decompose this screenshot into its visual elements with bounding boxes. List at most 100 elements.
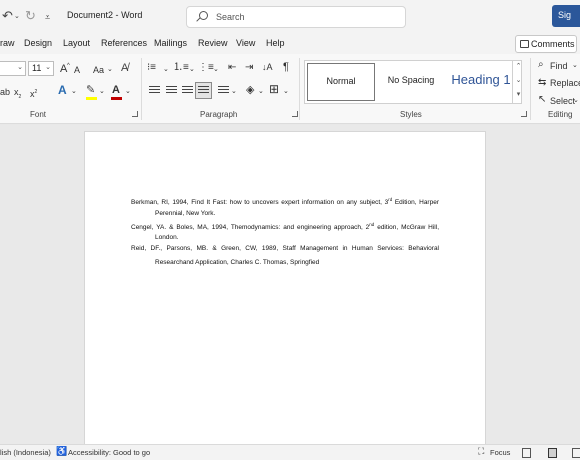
tab-layout[interactable]: Layout bbox=[63, 38, 90, 48]
chevron-up-icon[interactable]: ⌃ bbox=[513, 60, 524, 74]
tab-design[interactable]: Design bbox=[24, 38, 52, 48]
accessibility-status[interactable]: Accessibility: Good to go bbox=[68, 448, 150, 457]
select-icon: ↖ bbox=[538, 94, 547, 105]
style-no-spacing-label: No Spacing bbox=[387, 75, 435, 85]
grow-caret: ^ bbox=[67, 63, 70, 69]
sign-in-button[interactable]: Sig bbox=[552, 5, 580, 27]
style-heading-1[interactable]: Heading 1 bbox=[447, 63, 515, 101]
reference-list: Berkman, RI, 1994, Find It Fast: how to … bbox=[131, 195, 439, 269]
style-heading-1-label: Heading 1 bbox=[451, 72, 511, 87]
increase-indent-icon[interactable]: ⇥ bbox=[245, 62, 253, 74]
search-box[interactable]: Search bbox=[186, 6, 406, 28]
undo-dropdown-icon[interactable]: ⌄ bbox=[14, 10, 20, 24]
title-separator: - bbox=[115, 10, 119, 20]
numbering-icon[interactable]: ⒈≡ bbox=[173, 62, 189, 74]
language-status[interactable]: lish (Indonesia) bbox=[0, 448, 51, 457]
highlight-icon[interactable]: ✎ bbox=[86, 84, 95, 96]
chevron-down-icon: ⌄ bbox=[283, 88, 289, 95]
window-title: Document2 - Word bbox=[67, 10, 142, 20]
change-case-button[interactable]: Aa bbox=[93, 64, 104, 76]
chevron-down-icon: ⌄ bbox=[573, 97, 579, 104]
chevron-down-icon: ⌄ bbox=[258, 88, 264, 95]
chevron-down-icon: ⌄ bbox=[107, 66, 113, 73]
font-size-combo[interactable]: 11 ⌄ bbox=[28, 61, 54, 76]
style-no-spacing[interactable]: No Spacing bbox=[377, 63, 445, 101]
chevron-down-icon: ⌄ bbox=[572, 62, 578, 69]
align-center-icon[interactable] bbox=[166, 86, 177, 95]
tab-help[interactable]: Help bbox=[266, 38, 285, 48]
undo-icon[interactable]: ↶ bbox=[2, 9, 13, 23]
tab-draw[interactable]: raw bbox=[0, 38, 15, 48]
find-icon: ⌕ bbox=[538, 59, 544, 70]
font-color-bar bbox=[111, 97, 122, 100]
subscript-icon[interactable]: x2 bbox=[14, 86, 21, 103]
reference-entry[interactable]: Cengel, YA. & Boles, MA, 1994, Themodyna… bbox=[131, 220, 439, 244]
tab-view[interactable]: View bbox=[236, 38, 255, 48]
sort-icon[interactable]: ↓A bbox=[262, 61, 273, 73]
focus-button[interactable]: Focus bbox=[490, 448, 510, 457]
borders-icon[interactable]: ⊞ bbox=[269, 83, 279, 95]
chevron-down-icon: ⌄ bbox=[213, 66, 219, 73]
chevron-down-icon: ⌄ bbox=[99, 88, 105, 95]
print-layout-icon[interactable] bbox=[548, 448, 557, 458]
styles-group-label: Styles bbox=[400, 110, 422, 119]
tab-references[interactable]: References bbox=[101, 38, 147, 48]
font-name-combo[interactable]: ⌄ bbox=[0, 61, 26, 76]
chevron-down-icon: ⌄ bbox=[189, 66, 195, 73]
paragraph-group-label: Paragraph bbox=[200, 110, 238, 119]
superscript-icon[interactable]: x2 bbox=[30, 86, 37, 100]
line-spacing-icon[interactable] bbox=[218, 86, 229, 95]
style-normal-label: Normal bbox=[326, 76, 356, 86]
replace-button[interactable]: Replace bbox=[550, 77, 580, 89]
styles-gallery-scroller: ⌃ ⌄ ▾ bbox=[512, 60, 524, 104]
reference-entry[interactable]: Berkman, RI, 1994, Find It Fast: how to … bbox=[131, 195, 439, 219]
comments-button[interactable]: Comments bbox=[515, 35, 577, 53]
document-page[interactable]: Berkman, RI, 1994, Find It Fast: how to … bbox=[84, 131, 486, 451]
search-icon bbox=[199, 11, 208, 20]
group-divider bbox=[299, 58, 300, 120]
clear-formatting-icon[interactable]: A̸ bbox=[121, 62, 128, 74]
document-canvas: Berkman, RI, 1994, Find It Fast: how to … bbox=[0, 125, 580, 451]
style-normal[interactable]: Normal bbox=[307, 63, 375, 101]
align-right-icon[interactable] bbox=[182, 86, 193, 95]
font-size-value: 11 bbox=[32, 63, 42, 73]
replace-icon: ⇆ bbox=[538, 77, 547, 88]
tab-mailings[interactable]: Mailings bbox=[154, 38, 187, 48]
editing-group-label: Editing bbox=[548, 110, 573, 119]
multilevel-list-icon[interactable]: ⋮≡ bbox=[198, 62, 214, 74]
customize-qat-icon[interactable]: ⩡ bbox=[45, 10, 50, 24]
read-mode-icon[interactable] bbox=[522, 448, 531, 458]
font-color-icon[interactable]: A bbox=[112, 84, 120, 96]
ribbon-tabs: raw Design Layout References Mailings Re… bbox=[0, 34, 580, 54]
show-formatting-icon[interactable]: ¶ bbox=[283, 61, 289, 73]
paragraph-dialog-launcher[interactable] bbox=[292, 111, 298, 117]
font-dialog-launcher[interactable] bbox=[132, 111, 138, 117]
shrink-font-icon[interactable]: A bbox=[74, 64, 80, 76]
shading-icon[interactable]: ◈ bbox=[246, 84, 254, 96]
more-styles-icon[interactable]: ▾ bbox=[513, 88, 524, 102]
comments-label: Comments bbox=[531, 39, 575, 49]
title-bar: ↶ ⌄ ↻ ⩡ Document2 - Word Search Sig bbox=[0, 0, 580, 34]
chevron-down-icon: ⌄ bbox=[163, 66, 169, 73]
highlight-color-bar bbox=[86, 97, 97, 100]
redo-icon[interactable]: ↻ bbox=[25, 9, 36, 23]
justify-selected-frame[interactable] bbox=[195, 82, 212, 99]
select-button[interactable]: Select bbox=[550, 95, 575, 107]
strikethrough-icon[interactable]: ab bbox=[0, 86, 10, 98]
group-divider bbox=[141, 58, 142, 120]
decrease-indent-icon[interactable]: ⇤ bbox=[228, 62, 236, 74]
comment-icon bbox=[520, 40, 529, 48]
text-effects-icon[interactable]: A bbox=[58, 84, 67, 96]
styles-gallery: Normal No Spacing Heading 1 bbox=[304, 60, 522, 104]
styles-dialog-launcher[interactable] bbox=[521, 111, 527, 117]
status-bar: lish (Indonesia) ♿ Accessibility: Good t… bbox=[0, 444, 580, 460]
find-button[interactable]: Find bbox=[550, 60, 568, 72]
ribbon: ⌄ 11 ⌄ A ^ A Aa ⌄ A̸ ab x2 x2 A ⌄ ✎ ⌄ A … bbox=[0, 54, 580, 124]
tab-review[interactable]: Review bbox=[198, 38, 228, 48]
chevron-down-icon[interactable]: ⌄ bbox=[513, 74, 524, 88]
reference-entry[interactable]: Reid, DF., Parsons, MB. & Green, CW, 198… bbox=[131, 244, 439, 268]
web-layout-icon[interactable] bbox=[572, 448, 580, 458]
bullets-icon[interactable]: ⁝≡ bbox=[147, 62, 156, 74]
align-left-icon[interactable] bbox=[149, 86, 160, 95]
chevron-down-icon: ⌄ bbox=[45, 64, 51, 71]
